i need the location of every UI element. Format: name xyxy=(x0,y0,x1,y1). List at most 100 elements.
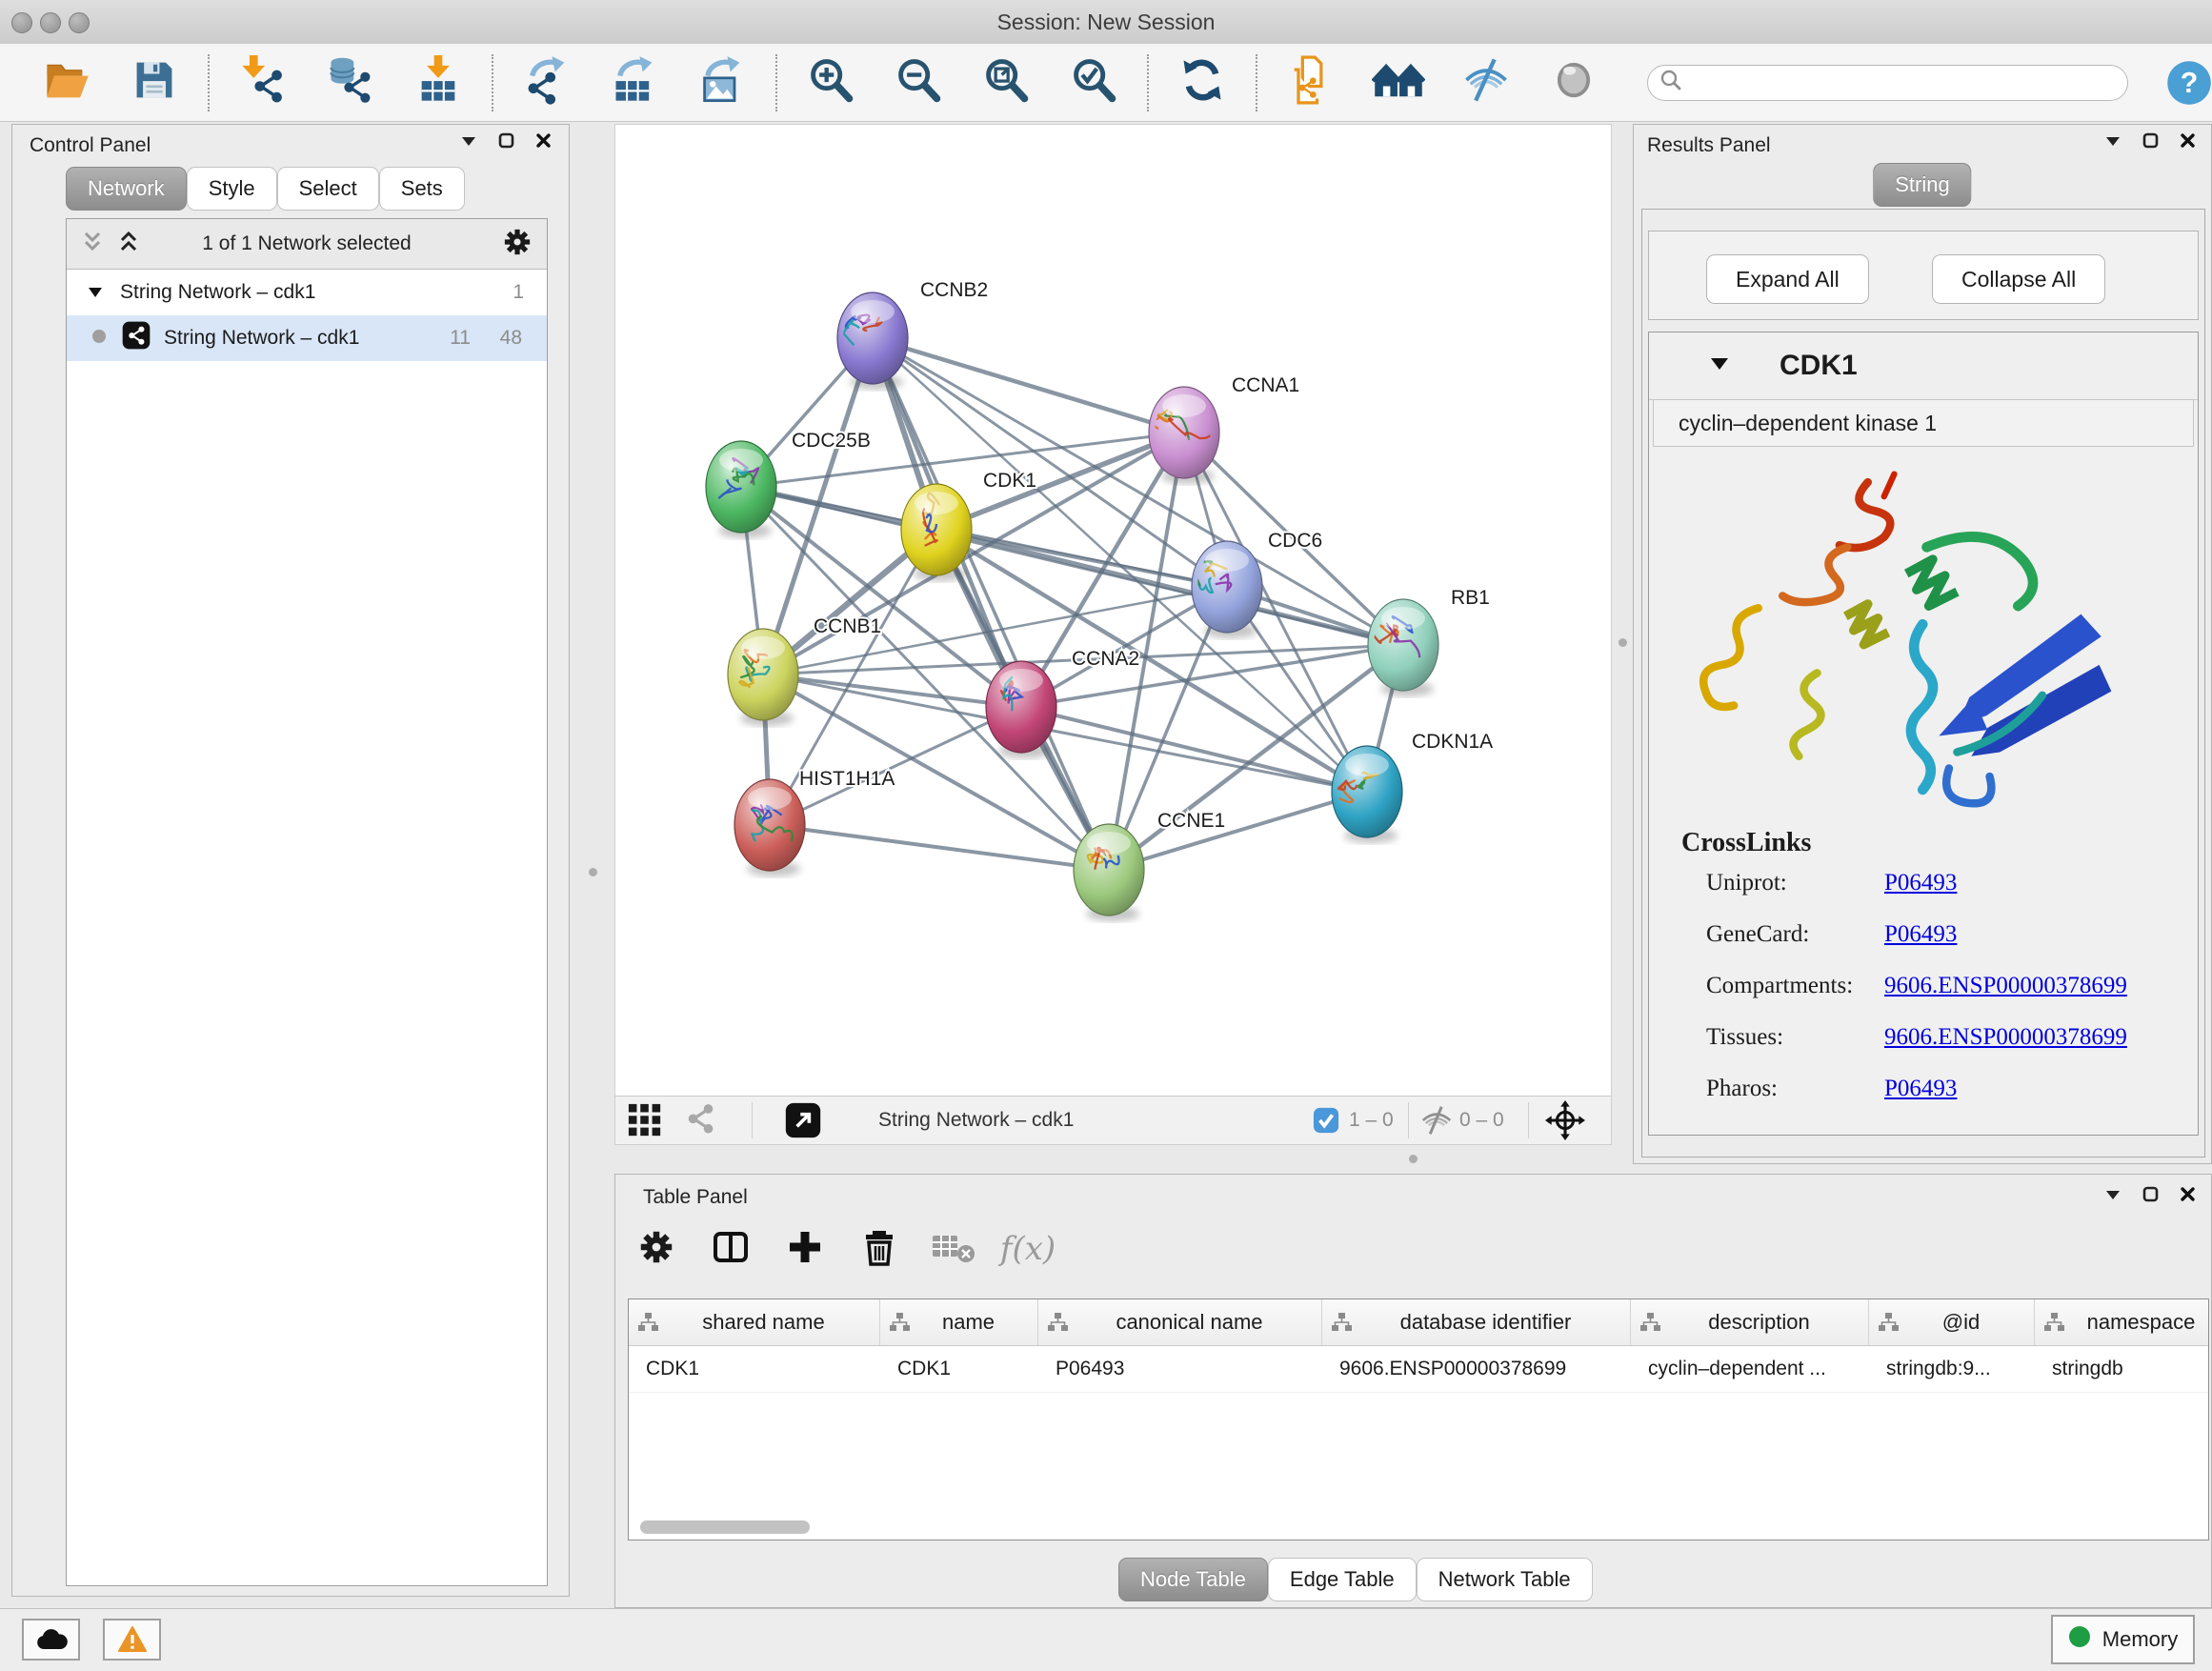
horizontal-scrollbar[interactable] xyxy=(640,1520,810,1534)
vertical-splitter-handle[interactable] xyxy=(589,868,597,876)
network-collection-row[interactable]: String Network – cdk1 1 xyxy=(67,270,547,315)
export-image-button[interactable] xyxy=(695,56,749,110)
horizontal-splitter-handle[interactable] xyxy=(1409,1155,1418,1163)
expand-all-button[interactable]: Expand All xyxy=(1706,254,1869,304)
node-CCNE1[interactable] xyxy=(1074,824,1144,921)
edge-CCNE1-HIST1H1A[interactable] xyxy=(770,825,1109,870)
panel-close-icon[interactable] xyxy=(2180,132,2196,153)
birdseye-crosshair-icon[interactable] xyxy=(1545,1097,1585,1144)
gene-collapse-icon[interactable] xyxy=(1710,357,1729,375)
crosslink-link[interactable]: 9606.ENSP00000378699 xyxy=(1884,1024,2127,1051)
panel-close-icon[interactable] xyxy=(2180,1186,2196,1207)
column-header--id[interactable]: @id xyxy=(1869,1299,2035,1345)
search-input[interactable] xyxy=(1690,70,2116,94)
node-CDK1[interactable] xyxy=(901,484,972,581)
warnings-button[interactable] xyxy=(103,1619,161,1661)
zoom-in-button[interactable] xyxy=(804,56,857,110)
hidden-eye-icon[interactable] xyxy=(1419,1097,1454,1144)
open-in-new-window-icon[interactable] xyxy=(784,1097,822,1144)
tab-style[interactable]: Style xyxy=(187,167,277,211)
node-HIST1H1A[interactable] xyxy=(734,779,805,876)
edge-CCNA2-CDKN1A[interactable] xyxy=(1021,707,1367,792)
delete-table-button[interactable] xyxy=(932,1227,975,1271)
network-canvas[interactable]: CCNB2CCNA1CDC25BCDK1CDC6RB1CCNB1CCNA2CDK… xyxy=(615,125,1611,1097)
column-header-namespace[interactable]: namespace xyxy=(2035,1299,2209,1345)
cloud-button[interactable] xyxy=(22,1619,80,1661)
save-session-button[interactable] xyxy=(128,56,181,110)
node-table[interactable]: shared namenamecanonical namedatabase id… xyxy=(628,1299,2209,1540)
network-row[interactable]: String Network – cdk1 11 48 xyxy=(67,315,547,361)
tab-string[interactable]: String xyxy=(1873,163,1971,207)
panel-float-icon[interactable] xyxy=(498,132,514,153)
tab-node-table[interactable]: Node Table xyxy=(1118,1558,1268,1601)
edge-CCNB2-CCNE1[interactable] xyxy=(873,338,1109,870)
import-network-database-button[interactable] xyxy=(324,56,377,110)
import-network-file-button[interactable] xyxy=(236,56,290,110)
tab-sets[interactable]: Sets xyxy=(379,167,465,211)
node-CCNB2[interactable] xyxy=(837,292,908,390)
crosslink-link[interactable]: 9606.ENSP00000378699 xyxy=(1884,973,2127,999)
crosslink-link[interactable]: P06493 xyxy=(1884,921,1957,948)
table-row[interactable]: CDK1CDK1P064939606.ENSP00000378699cyclin… xyxy=(629,1346,2208,1393)
grid-view-icon[interactable] xyxy=(627,1097,663,1144)
string-home-button[interactable] xyxy=(1372,56,1425,110)
node-CCNA1[interactable] xyxy=(1145,387,1219,484)
table-cell[interactable]: CDK1 xyxy=(629,1346,880,1392)
hide-selected-button[interactable] xyxy=(1459,56,1513,110)
tab-select[interactable]: Select xyxy=(277,167,379,211)
node-RB1[interactable] xyxy=(1368,599,1438,696)
column-header-name[interactable]: name xyxy=(880,1299,1038,1345)
table-cell[interactable]: 9606.ENSP00000378699 xyxy=(1322,1346,1631,1392)
memory-button[interactable]: Memory xyxy=(2051,1615,2195,1664)
add-column-button[interactable] xyxy=(783,1227,827,1271)
panel-float-icon[interactable] xyxy=(2142,132,2159,153)
table-cell[interactable]: P06493 xyxy=(1038,1346,1322,1392)
table-cell[interactable]: stringdb xyxy=(2035,1346,2209,1392)
table-cell[interactable]: CDK1 xyxy=(880,1346,1038,1392)
gene-section-header[interactable]: CDK1 xyxy=(1649,332,2198,400)
export-network-button[interactable] xyxy=(520,56,573,110)
delete-column-button[interactable] xyxy=(857,1227,901,1271)
help-button[interactable]: ? xyxy=(2162,56,2212,110)
node-CDC25B[interactable] xyxy=(706,441,776,538)
edge-CDKN1A-CCNE1[interactable] xyxy=(1109,792,1367,870)
collection-expand-icon[interactable] xyxy=(88,281,103,304)
table-cell[interactable]: stringdb:9... xyxy=(1869,1346,2035,1392)
import-table-file-button[interactable] xyxy=(412,56,465,110)
table-cell[interactable]: cyclin–dependent ... xyxy=(1631,1346,1869,1392)
panel-float-icon[interactable] xyxy=(2142,1186,2159,1207)
collapse-all-button[interactable]: Collapse All xyxy=(1932,254,2105,304)
crosslink-link[interactable]: P06493 xyxy=(1884,870,1957,896)
node-CDKN1A[interactable] xyxy=(1332,746,1402,843)
search-field[interactable] xyxy=(1647,65,2128,101)
share-document-button[interactable] xyxy=(1284,56,1337,110)
panel-menu-icon[interactable] xyxy=(2104,134,2122,151)
column-header-database-identifier[interactable]: database identifier xyxy=(1322,1299,1631,1345)
column-header-canonical-name[interactable]: canonical name xyxy=(1038,1299,1322,1345)
edge-CCNA2-HIST1H1A[interactable] xyxy=(770,707,1021,825)
zoom-fit-button[interactable] xyxy=(979,56,1033,110)
open-session-button[interactable] xyxy=(40,56,93,110)
zoom-selected-button[interactable] xyxy=(1067,56,1120,110)
node-CCNB1[interactable] xyxy=(728,629,798,726)
network-options-gear-icon[interactable] xyxy=(501,226,533,263)
apply-function-button[interactable]: f(x) xyxy=(1006,1227,1050,1271)
refresh-view-button[interactable] xyxy=(1176,56,1229,110)
edge-CCNB1-CCNA2[interactable] xyxy=(763,674,1021,707)
selected-checkbox-icon[interactable] xyxy=(1313,1097,1339,1144)
panel-menu-icon[interactable] xyxy=(2104,1188,2122,1205)
edge-CCNB2-CCNA1[interactable] xyxy=(873,338,1184,433)
tab-network-table[interactable]: Network Table xyxy=(1417,1558,1593,1601)
panel-menu-icon[interactable] xyxy=(460,134,477,151)
show-all-button[interactable] xyxy=(1547,56,1600,110)
table-settings-gear-button[interactable] xyxy=(634,1227,678,1271)
tab-edge-table[interactable]: Edge Table xyxy=(1268,1558,1417,1601)
share-network-icon[interactable] xyxy=(682,1097,720,1144)
tab-network[interactable]: Network xyxy=(66,167,187,211)
column-header-description[interactable]: description xyxy=(1631,1299,1869,1345)
vertical-splitter-handle[interactable] xyxy=(1619,638,1627,647)
crosslink-link[interactable]: P06493 xyxy=(1884,1076,1957,1102)
split-column-button[interactable] xyxy=(709,1227,753,1271)
column-header-shared-name[interactable]: shared name xyxy=(629,1299,880,1345)
panel-close-icon[interactable] xyxy=(535,132,552,153)
